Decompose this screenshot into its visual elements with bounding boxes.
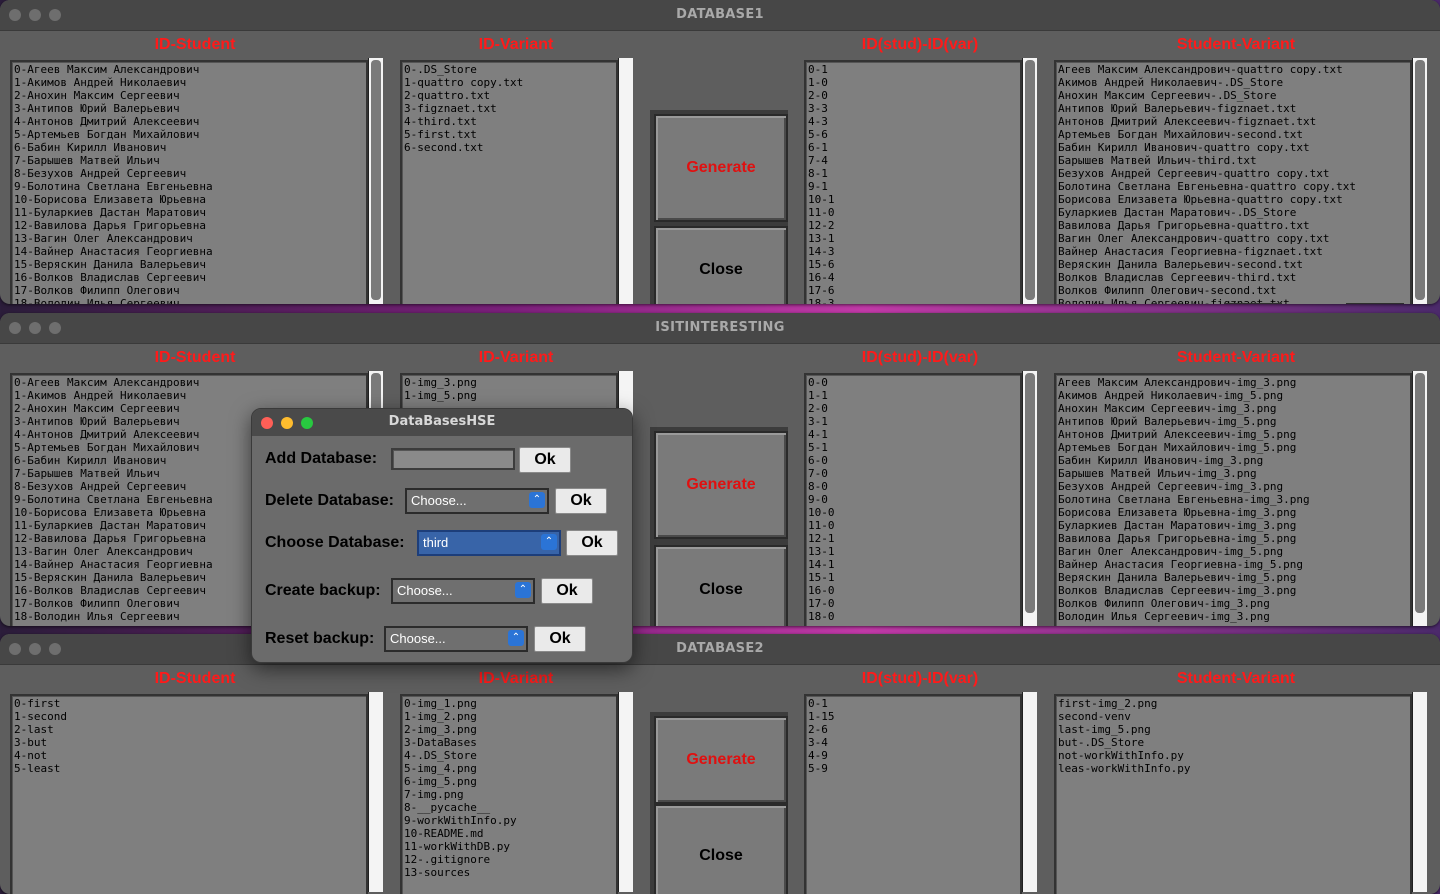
student-variant-list[interactable]: Агеев Максим Александрович-quattro copy.… xyxy=(1054,60,1412,304)
variant-list-text: 0-.DS_Store 1-quattro copy.txt 2-quattro… xyxy=(404,63,524,154)
student-variant-list-text: first-img_2.png second-venv last-img_5.p… xyxy=(1058,697,1191,775)
reset-backup-label: Reset backup: xyxy=(265,630,375,647)
pair-list-text: 0-1 1-15 2-6 3-4 4-9 5-9 xyxy=(808,697,835,775)
student-list-text: 0-Агеев Максим Александрович 1-Акимов Ан… xyxy=(14,63,213,304)
chevron-down-icon: ⌃ xyxy=(541,534,557,550)
header-student-variant: Student-Variant xyxy=(1176,349,1296,366)
header-id-student: ID-Student xyxy=(154,670,236,687)
student-list-scrollbar[interactable] xyxy=(368,58,383,304)
dialog-titlebar[interactable]: DataBasesHSE xyxy=(252,409,632,436)
header-student-variant: Student-Variant xyxy=(1176,36,1296,53)
databases-dialog: DataBasesHSE Add Database: Ok Delete Dat… xyxy=(251,408,633,663)
create-backup-value: Choose... xyxy=(397,583,453,598)
close-button[interactable]: Close xyxy=(654,804,788,894)
reset-backup-value: Choose... xyxy=(390,631,446,646)
student-variant-scrollbar[interactable] xyxy=(1412,692,1427,892)
header-id-variant: ID-Variant xyxy=(478,349,554,366)
generate-button[interactable]: Generate xyxy=(654,431,788,539)
chevron-down-icon: ⌃ xyxy=(508,630,524,646)
delete-database-ok-button[interactable]: Ok xyxy=(555,488,607,514)
header-pair: ID(stud)-ID(var) xyxy=(861,349,979,366)
add-database-label: Add Database: xyxy=(265,450,378,467)
chevron-down-icon: ⌃ xyxy=(515,582,531,598)
choose-database-select[interactable]: third ⌃ xyxy=(417,530,561,556)
choose-database-ok-button[interactable]: Ok xyxy=(566,530,618,556)
pair-list-text: 0-0 1-1 2-0 3-1 4-1 5-1 6-0 7-0 8-0 9-0 … xyxy=(808,376,835,623)
window-database1: DATABASE1 ID-Student ID-Variant ID(stud)… xyxy=(0,0,1440,304)
header-id-variant: ID-Variant xyxy=(478,670,554,687)
window-titlebar[interactable]: DATABASE1 xyxy=(0,0,1440,31)
student-variant-list-text: Агеев Максим Александрович-quattro copy.… xyxy=(1058,63,1357,304)
header-id-variant: ID-Variant xyxy=(478,36,554,53)
close-button[interactable]: Close xyxy=(654,226,788,304)
create-backup-ok-button[interactable]: Ok xyxy=(541,578,593,604)
student-list-text: 0-first 1-second 2-last 3-but 4-not 5-le… xyxy=(14,697,67,775)
create-backup-select[interactable]: Choose... ⌃ xyxy=(391,578,535,604)
student-variant-list-text: Агеев Максим Александрович-img_3.png Аки… xyxy=(1058,376,1310,623)
variant-list[interactable]: 0-img_1.png 1-img_2.png 2-img_3.png 3-Da… xyxy=(400,694,618,894)
reset-backup-ok-button[interactable]: Ok xyxy=(534,626,586,652)
pair-list[interactable]: 0-1 1-15 2-6 3-4 4-9 5-9 xyxy=(804,694,1022,894)
student-list[interactable]: 0-Агеев Максим Александрович 1-Акимов Ан… xyxy=(10,60,368,304)
pair-list[interactable]: 0-0 1-1 2-0 3-1 4-1 5-1 6-0 7-0 8-0 9-0 … xyxy=(804,373,1022,626)
delete-database-select[interactable]: Choose... ⌃ xyxy=(405,488,549,514)
pair-list-scrollbar[interactable] xyxy=(1022,371,1037,626)
chevron-down-icon: ⌃ xyxy=(529,492,545,508)
student-variant-scrollbar[interactable] xyxy=(1412,371,1427,626)
choose-database-value: third xyxy=(423,535,449,550)
close-button[interactable]: Close xyxy=(654,545,788,626)
header-id-student: ID-Student xyxy=(154,349,236,366)
add-database-ok-button[interactable]: Ok xyxy=(519,447,571,473)
student-variant-list[interactable]: Агеев Максим Александрович-img_3.png Аки… xyxy=(1054,373,1412,626)
header-student-variant: Student-Variant xyxy=(1176,670,1296,687)
delete-database-value: Choose... xyxy=(411,493,467,508)
window-database2: DATABASE2 ID-Student ID-Variant ID(stud)… xyxy=(0,634,1440,894)
header-id-student: ID-Student xyxy=(154,36,236,53)
choose-database-label: Choose Database: xyxy=(265,534,405,551)
delete-database-label: Delete Database: xyxy=(265,492,394,509)
header-pair: ID(stud)-ID(var) xyxy=(861,36,979,53)
horizontal-scrollbar[interactable] xyxy=(1224,303,1282,304)
pair-list-scrollbar[interactable] xyxy=(1022,58,1037,304)
generate-button[interactable]: Generate xyxy=(654,114,788,222)
dialog-title: DataBasesHSE xyxy=(388,414,496,429)
pair-list[interactable]: 0-1 1-0 2-0 3-3 4-3 5-6 6-1 7-4 8-1 9-1 … xyxy=(804,60,1022,304)
add-database-input[interactable] xyxy=(391,448,515,470)
student-variant-scrollbar[interactable] xyxy=(1412,58,1427,304)
reset-backup-select[interactable]: Choose... ⌃ xyxy=(384,626,528,652)
pair-list-text: 0-1 1-0 2-0 3-3 4-3 5-6 6-1 7-4 8-1 9-1 … xyxy=(808,63,835,304)
window-title: ISITINTERESTING xyxy=(655,320,785,335)
window-title: DATABASE2 xyxy=(676,641,764,656)
horizontal-scrollbar[interactable] xyxy=(1346,303,1404,304)
student-list[interactable]: 0-first 1-second 2-last 3-but 4-not 5-le… xyxy=(10,694,368,894)
pair-list-scrollbar[interactable] xyxy=(1022,692,1037,892)
variant-list-text: 0-img_1.png 1-img_2.png 2-img_3.png 3-Da… xyxy=(404,697,517,879)
window-titlebar[interactable]: ISITINTERESTING xyxy=(0,313,1440,344)
header-pair: ID(stud)-ID(var) xyxy=(861,670,979,687)
variant-list-scrollbar[interactable] xyxy=(618,692,633,892)
create-backup-label: Create backup: xyxy=(265,582,381,599)
window-isitinteresting: ISITINTERESTING ID-Student ID-Variant ID… xyxy=(0,313,1440,626)
window-titlebar[interactable]: DATABASE2 xyxy=(0,634,1440,665)
student-variant-list[interactable]: first-img_2.png second-venv last-img_5.p… xyxy=(1054,694,1412,894)
variant-list-scrollbar[interactable] xyxy=(618,58,633,304)
student-list-scrollbar[interactable] xyxy=(368,692,383,892)
variant-list[interactable]: 0-.DS_Store 1-quattro copy.txt 2-quattro… xyxy=(400,60,618,304)
window-title: DATABASE1 xyxy=(676,7,764,22)
variant-list-text: 0-img_3.png 1-img_5.png xyxy=(404,376,477,402)
generate-button[interactable]: Generate xyxy=(654,716,788,804)
